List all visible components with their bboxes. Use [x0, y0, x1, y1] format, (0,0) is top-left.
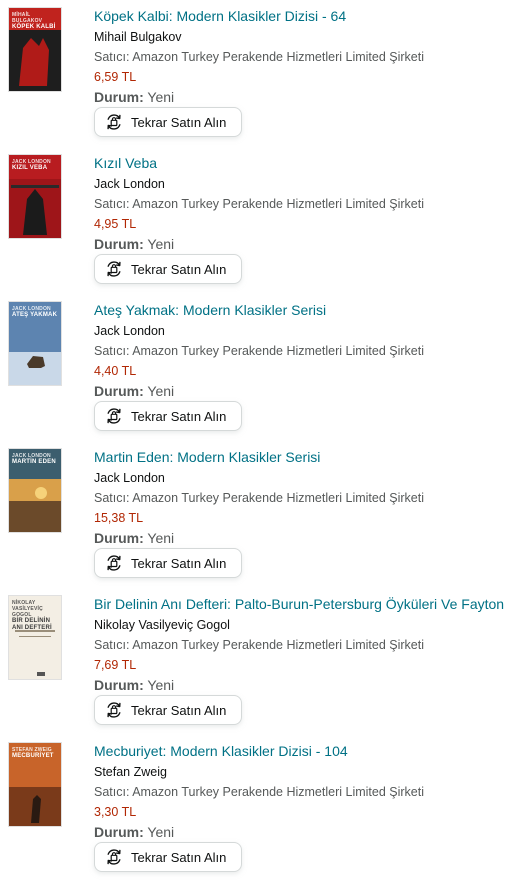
buy-again-label: Tekrar Satın Alın: [131, 261, 227, 277]
product-author: Mihail Bulgakov: [94, 30, 182, 44]
seller-info: Satıcı: Amazon Turkey Perakende Hizmetle…: [94, 491, 424, 505]
cover-author-text: JACK LONDON: [12, 306, 51, 312]
rebuy-cycle-icon: [107, 261, 121, 277]
book-cover-image[interactable]: JACK LONDON MARTİN EDEN: [9, 449, 61, 532]
product-title-link[interactable]: Kızıl Veba: [94, 153, 157, 173]
cover-text: NİKOLAY VASİLYEVİÇ GOGOL BİR DELİNİN ANI…: [12, 600, 58, 632]
seller-info: Satıcı: Amazon Turkey Perakende Hizmetle…: [94, 50, 424, 64]
condition-label: Durum:: [94, 383, 144, 399]
rebuy-cycle-icon: [107, 408, 121, 424]
rebuy-cycle-icon: [107, 114, 121, 130]
product-price: 4,40 TL: [94, 364, 137, 378]
product-price: 15,38 TL: [94, 511, 144, 525]
buy-again-button[interactable]: Tekrar Satın Alın: [94, 842, 242, 872]
condition-label: Durum:: [94, 824, 144, 840]
rebuy-cycle-icon: [107, 849, 121, 865]
cover-author-text: JACK LONDON: [12, 453, 51, 459]
cover-text: JACK LONDON KIZIL VEBA: [12, 159, 58, 172]
condition-value: Yeni: [147, 824, 175, 840]
seller-info: Satıcı: Amazon Turkey Perakende Hizmetle…: [94, 638, 424, 652]
buy-again-label: Tekrar Satın Alın: [131, 114, 227, 130]
order-item: NİKOLAY VASİLYEVİÇ GOGOL BİR DELİNİN ANI…: [0, 588, 522, 735]
seller-info: Satıcı: Amazon Turkey Perakende Hizmetle…: [94, 344, 424, 358]
cover-illustration: [9, 479, 61, 501]
seller-info: Satıcı: Amazon Turkey Perakende Hizmetle…: [94, 785, 424, 799]
order-item: MİHAİL BULGAKOV KÖPEK KALBİ Köpek Kalbi:…: [0, 0, 522, 147]
condition-value: Yeni: [147, 236, 175, 252]
buy-again-label: Tekrar Satın Alın: [131, 849, 227, 865]
rebuy-cycle-icon: [107, 702, 121, 718]
product-author: Jack London: [94, 471, 165, 485]
product-author: Stefan Zweig: [94, 765, 167, 779]
seller-info: Satıcı: Amazon Turkey Perakende Hizmetle…: [94, 197, 424, 211]
product-price: 7,69 TL: [94, 658, 137, 672]
book-cover-image[interactable]: MİHAİL BULGAKOV KÖPEK KALBİ: [9, 8, 61, 91]
condition-label: Durum:: [94, 530, 144, 546]
buy-again-label: Tekrar Satın Alın: [131, 408, 227, 424]
order-history-list: MİHAİL BULGAKOV KÖPEK KALBİ Köpek Kalbi:…: [0, 0, 522, 888]
book-cover-image[interactable]: NİKOLAY VASİLYEVİÇ GOGOL BİR DELİNİN ANI…: [9, 596, 61, 679]
cover-author-text: STEFAN ZWEIG: [12, 747, 52, 753]
buy-again-label: Tekrar Satın Alın: [131, 555, 227, 571]
cover-illustration: [11, 185, 59, 188]
buy-again-button[interactable]: Tekrar Satın Alın: [94, 401, 242, 431]
cover-title-text: BİR DELİNİN ANI DEFTERİ: [12, 618, 52, 631]
product-title-link[interactable]: Bir Delinin Anı Defteri: Palto-Burun-Pet…: [94, 594, 504, 614]
cover-text: MİHAİL BULGAKOV KÖPEK KALBİ: [12, 12, 58, 31]
product-title-link[interactable]: Mecburiyet: Modern Klasikler Dizisi - 10…: [94, 741, 348, 761]
product-title-link[interactable]: Ateş Yakmak: Modern Klasikler Serisi: [94, 300, 326, 320]
cover-illustration: [37, 672, 45, 676]
buy-again-label: Tekrar Satın Alın: [131, 702, 227, 718]
cover-title-text: MECBURİYET: [12, 753, 54, 759]
cover-author-text: MİHAİL BULGAKOV: [12, 12, 43, 24]
book-cover-image[interactable]: JACK LONDON ATEŞ YAKMAK: [9, 302, 61, 385]
book-cover-image[interactable]: JACK LONDON KIZIL VEBA: [9, 155, 61, 238]
book-cover-image[interactable]: STEFAN ZWEIG MECBURİYET: [9, 743, 61, 826]
cover-title-text: MARTİN EDEN: [12, 459, 56, 465]
condition-label: Durum:: [94, 236, 144, 252]
condition-info: Durum: Yeni: [94, 382, 174, 400]
product-title-link[interactable]: Martin Eden: Modern Klasikler Serisi: [94, 447, 320, 467]
cover-title-text: ATEŞ YAKMAK: [12, 312, 58, 318]
product-author: Nikolay Vasilyeviç Gogol: [94, 618, 230, 632]
condition-info: Durum: Yeni: [94, 676, 174, 694]
condition-info: Durum: Yeni: [94, 235, 174, 253]
condition-value: Yeni: [147, 89, 175, 105]
buy-again-button[interactable]: Tekrar Satın Alın: [94, 548, 242, 578]
rebuy-cycle-icon: [107, 555, 121, 571]
cover-title-text: KÖPEK KALBİ: [12, 24, 56, 30]
product-price: 3,30 TL: [94, 805, 137, 819]
order-item: STEFAN ZWEIG MECBURİYET Mecburiyet: Mode…: [0, 735, 522, 882]
product-title-link[interactable]: Köpek Kalbi: Modern Klasikler Dizisi - 6…: [94, 6, 346, 26]
cover-author-text: NİKOLAY VASİLYEVİÇ GOGOL: [12, 600, 43, 618]
product-author: Jack London: [94, 177, 165, 191]
cover-author-text: JACK LONDON: [12, 159, 51, 165]
condition-info: Durum: Yeni: [94, 823, 174, 841]
buy-again-button[interactable]: Tekrar Satın Alın: [94, 107, 242, 137]
cover-illustration: [35, 487, 47, 499]
cover-text: JACK LONDON ATEŞ YAKMAK: [12, 306, 58, 319]
order-item: JACK LONDON MARTİN EDEN Martin Eden: Mod…: [0, 441, 522, 588]
buy-again-button[interactable]: Tekrar Satın Alın: [94, 695, 242, 725]
product-author: Jack London: [94, 324, 165, 338]
order-item: JACK LONDON ATEŞ YAKMAK Ateş Yakmak: Mod…: [0, 294, 522, 441]
cover-illustration: [19, 636, 51, 637]
cover-text: STEFAN ZWEIG MECBURİYET: [12, 747, 58, 760]
condition-label: Durum:: [94, 89, 144, 105]
condition-value: Yeni: [147, 383, 175, 399]
product-price: 4,95 TL: [94, 217, 137, 231]
buy-again-button[interactable]: Tekrar Satın Alın: [94, 254, 242, 284]
product-price: 6,59 TL: [94, 70, 137, 84]
order-item: JACK LONDON KIZIL VEBA Kızıl Veba Jack L…: [0, 147, 522, 294]
condition-label: Durum:: [94, 677, 144, 693]
condition-value: Yeni: [147, 530, 175, 546]
cover-illustration: [9, 501, 61, 532]
cover-title-text: KIZIL VEBA: [12, 165, 48, 171]
cover-text: JACK LONDON MARTİN EDEN: [12, 453, 58, 466]
condition-info: Durum: Yeni: [94, 88, 174, 106]
condition-value: Yeni: [147, 677, 175, 693]
condition-info: Durum: Yeni: [94, 529, 174, 547]
